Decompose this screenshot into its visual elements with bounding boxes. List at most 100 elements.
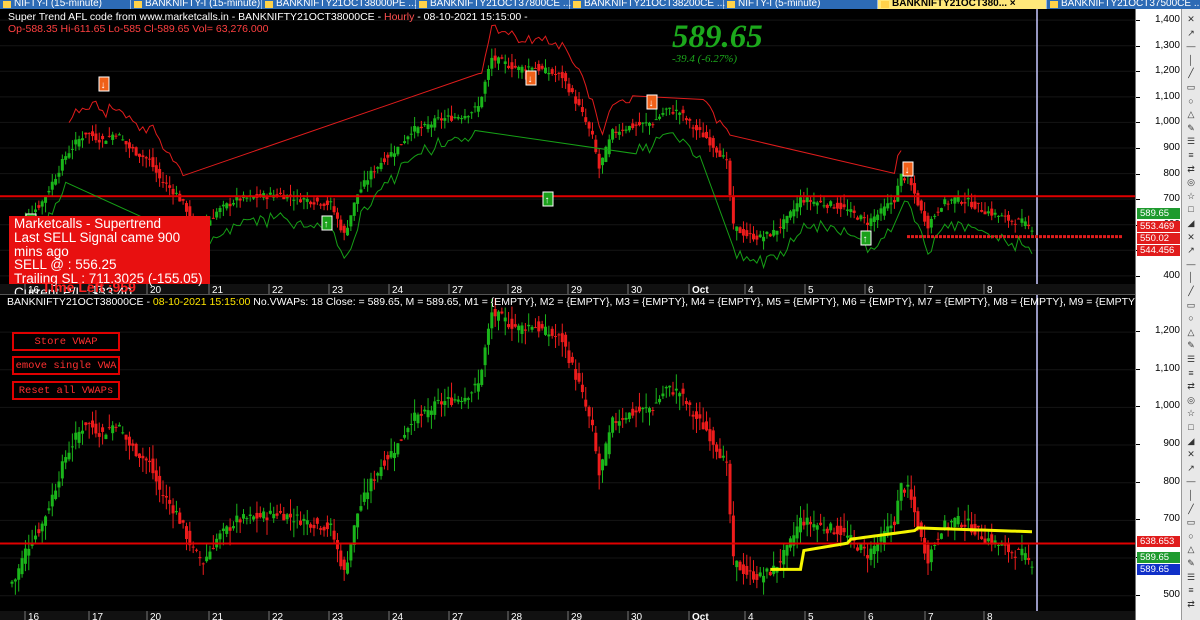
candle-body bbox=[282, 513, 286, 521]
toolbar-tool-icon[interactable]: ― bbox=[1185, 40, 1197, 52]
candle-body bbox=[513, 324, 517, 327]
candle-body bbox=[486, 328, 490, 345]
x-tick-label: 16 bbox=[28, 612, 40, 620]
x-tick-label: 30 bbox=[631, 612, 643, 620]
toolbar-tool-icon[interactable]: ≡ bbox=[1185, 584, 1197, 596]
toolbar-tool-icon[interactable]: ☆ bbox=[1185, 407, 1197, 419]
x-tick-label: 21 bbox=[212, 612, 224, 620]
candle-body bbox=[812, 524, 816, 528]
chart-title-bottom: BANKNIFTY21OCT38000CE - bbox=[7, 296, 153, 308]
toolbar-tool-icon[interactable]: ↗ bbox=[1185, 27, 1197, 39]
toolbar-tool-icon[interactable]: ✕ bbox=[1185, 231, 1197, 243]
toolbar-tool-icon[interactable]: ⇄ bbox=[1185, 163, 1197, 175]
candle-body bbox=[946, 203, 950, 205]
chart-tab-4[interactable]: BANKNIFTY21OCT38200CE ... bbox=[570, 0, 725, 9]
toolbar-tool-icon[interactable]: ○ bbox=[1185, 530, 1197, 542]
sell-arrow-icon: ↓ bbox=[528, 74, 533, 85]
candle-body bbox=[184, 526, 188, 540]
candle-body bbox=[953, 197, 957, 204]
candle-body bbox=[721, 455, 725, 458]
toolbar-tool-icon[interactable]: ✕ bbox=[1185, 448, 1197, 460]
toolbar-tool-icon[interactable]: ◎ bbox=[1185, 394, 1197, 406]
toolbar-tool-icon[interactable]: ☰ bbox=[1185, 571, 1197, 583]
candle-body bbox=[382, 460, 386, 466]
candle-body bbox=[121, 432, 125, 434]
toolbar-tool-icon[interactable]: ◢ bbox=[1185, 217, 1197, 229]
reset-all-vwaps-button[interactable]: Reset all VWAPs bbox=[12, 381, 120, 400]
toolbar-tool-icon[interactable]: ╱ bbox=[1185, 503, 1197, 515]
candle-body bbox=[211, 547, 215, 550]
toolbar-tool-icon[interactable]: ✎ bbox=[1185, 122, 1197, 134]
axis-tick bbox=[1136, 331, 1140, 333]
toolbar-tool-icon[interactable]: ☆ bbox=[1185, 190, 1197, 202]
toolbar-tool-icon[interactable]: △ bbox=[1185, 543, 1197, 555]
price-axis-top[interactable]: 1,4001,3001,2001,1001,000900800700600500… bbox=[1135, 9, 1182, 294]
toolbar-tool-icon[interactable]: □ bbox=[1185, 203, 1197, 215]
supertrend-chart-pane[interactable]: 1617202122232427282930Oct45678↓↓↓↓↑↑↑↑ S… bbox=[0, 9, 1135, 294]
chart-tab-5[interactable]: NIFTY-I (5-minute) bbox=[724, 0, 878, 9]
toolbar-tool-icon[interactable]: ✎ bbox=[1185, 339, 1197, 351]
candle-body bbox=[705, 421, 709, 431]
candle-body bbox=[664, 386, 668, 389]
vwap-chart-pane[interactable]: 16 17 20 21 22 23 24 27 28 29 30 Oct 4 5 6 7 8 BANKNIFTY… bbox=[0, 294, 1135, 620]
toolbar-tool-icon[interactable]: ☰ bbox=[1185, 353, 1197, 365]
toolbar-tool-icon[interactable]: ▭ bbox=[1185, 516, 1197, 528]
candle-body bbox=[507, 324, 511, 328]
candle-body bbox=[765, 568, 769, 572]
chart-tab-3[interactable]: BANKNIFTY21OCT37800CE ... bbox=[416, 0, 571, 9]
candle-body bbox=[111, 134, 115, 140]
toolbar-tool-icon[interactable]: ▭ bbox=[1185, 299, 1197, 311]
toolbar-tool-icon[interactable]: ◢ bbox=[1185, 435, 1197, 447]
toolbar-tool-icon[interactable]: △ bbox=[1185, 108, 1197, 120]
toolbar-tool-icon[interactable]: │ bbox=[1185, 271, 1197, 283]
candle-body bbox=[903, 178, 906, 181]
chart-tab-6[interactable]: BANKNIFTY21OCT380... × bbox=[878, 0, 1047, 9]
remove-single-vwap-button[interactable]: emove single VWA bbox=[12, 356, 120, 375]
chart-tab-2[interactable]: BANKNIFTY21OCT38000PE ... bbox=[262, 0, 417, 9]
store-vwap-button[interactable]: Store VWAP bbox=[12, 332, 120, 351]
candle-body bbox=[849, 209, 853, 212]
toolbar-tool-icon[interactable]: ⇄ bbox=[1185, 598, 1197, 610]
toolbar-tool-icon[interactable]: ⇄ bbox=[1185, 380, 1197, 392]
candle-body bbox=[960, 524, 964, 528]
candle-body bbox=[574, 96, 578, 104]
chart-tab-1[interactable]: BANKNIFTY-I (15-minute) bbox=[131, 0, 262, 9]
toolbar-tool-icon[interactable]: ≡ bbox=[1185, 149, 1197, 161]
toolbar-tool-icon[interactable]: ― bbox=[1185, 258, 1197, 270]
candle-body bbox=[627, 125, 631, 131]
toolbar-tool-icon[interactable]: ╱ bbox=[1185, 67, 1197, 79]
toolbar-tool-icon[interactable]: ― bbox=[1185, 475, 1197, 487]
chart-datetime-bottom: 08-10-2021 15:15:00 bbox=[152, 296, 251, 308]
chart-tab-icon bbox=[727, 1, 735, 8]
candle-body bbox=[684, 118, 688, 121]
chart-tab-7[interactable]: BANKNIFTY21OCT37500CE ... bbox=[1047, 0, 1200, 9]
toolbar-tool-icon[interactable]: ↗ bbox=[1185, 244, 1197, 256]
toolbar-tool-icon[interactable]: □ bbox=[1185, 421, 1197, 433]
toolbar-tool-icon[interactable]: ▭ bbox=[1185, 81, 1197, 93]
candle-body bbox=[1007, 543, 1011, 553]
candle-body bbox=[1000, 544, 1004, 546]
toolbar-tool-icon[interactable]: ✕ bbox=[1185, 13, 1197, 25]
toolbar-tool-icon[interactable]: ✎ bbox=[1185, 557, 1197, 569]
toolbar-tool-icon[interactable]: ≡ bbox=[1185, 367, 1197, 379]
axis-tick bbox=[1136, 199, 1140, 201]
toolbar-tool-icon[interactable]: ╱ bbox=[1185, 285, 1197, 297]
toolbar-tool-icon[interactable]: ↗ bbox=[1185, 462, 1197, 474]
toolbar-tool-icon[interactable]: │ bbox=[1185, 489, 1197, 501]
chart-tab-0[interactable]: NIFTY-I (15-minute) bbox=[0, 0, 131, 9]
toolbar-tool-icon[interactable]: △ bbox=[1185, 326, 1197, 338]
price-axis-bottom[interactable]: 1,2001,1001,000900800700600500638.653589… bbox=[1135, 294, 1182, 620]
candle-body bbox=[953, 517, 957, 527]
candle-body bbox=[1023, 221, 1027, 226]
toolbar-tool-icon[interactable]: ☰ bbox=[1185, 135, 1197, 147]
candle-body bbox=[87, 133, 91, 135]
toolbar-tool-icon[interactable]: ○ bbox=[1185, 95, 1197, 107]
toolbar-tool-icon[interactable]: ○ bbox=[1185, 312, 1197, 324]
candle-body bbox=[325, 522, 329, 530]
candle-body bbox=[426, 124, 430, 130]
candle-body bbox=[617, 131, 621, 135]
close-icon[interactable]: × bbox=[1007, 0, 1016, 9]
candle-body bbox=[195, 549, 199, 551]
toolbar-tool-icon[interactable]: ◎ bbox=[1185, 176, 1197, 188]
toolbar-tool-icon[interactable]: │ bbox=[1185, 54, 1197, 66]
